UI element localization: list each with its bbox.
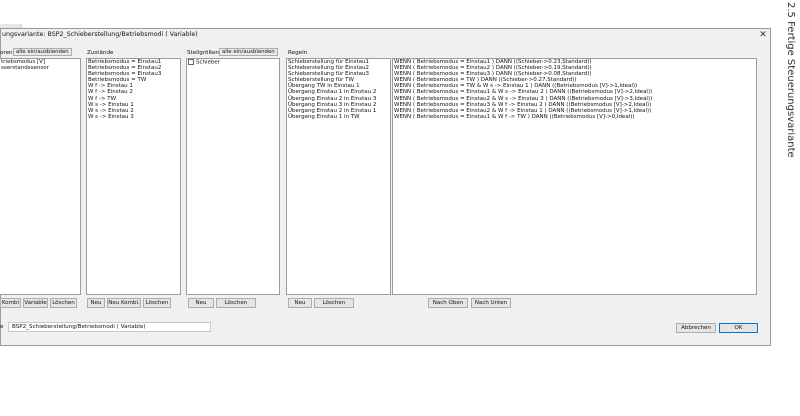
list-item[interactable]: Übergang Einstau 1 in Einstau 2 [287,89,390,95]
section-heading-text: 2.5 Fertige Steuerungsvariante [785,2,796,158]
actuators-toggle-button[interactable]: alle ein/ausblenden [219,48,278,56]
variant-name-field[interactable]: BSP2_Schieberstellung/Betriebsmodi ( Var… [8,322,211,332]
list-item[interactable]: Übergang Einstau 1 in TW [287,114,390,120]
sensors-delete-button[interactable]: Löschen [50,298,77,308]
sensors-toggle-button[interactable]: alle ein/ausblenden [13,48,72,56]
actuators-delete-button[interactable]: Löschen [216,298,256,308]
dialog-title: ungsvariante: BSP2_Schieberstellung/Betr… [2,31,198,38]
actuators-new-button[interactable]: Neu [188,298,214,308]
list-item[interactable]: Übergang Einstau 2 in Einstau 1 [287,108,390,114]
states-delete-button[interactable]: Löschen [143,298,171,308]
rules-new-button[interactable]: Neu [288,298,312,308]
move-up-button[interactable]: Nach Oben [428,298,468,308]
list-item-label: Schieber [196,59,221,66]
states-list[interactable]: Betriebsmodus = Einstau1 Betriebsmodus =… [86,58,181,295]
document-section-heading: 2.5 Fertige Steuerungsvariante [763,0,800,200]
ok-button[interactable]: OK [719,323,758,333]
list-item[interactable]: Schieber [187,59,279,66]
states-new-combi-button[interactable]: Neu Kombi. [107,298,141,308]
cancel-button[interactable]: Abbrechen [676,323,716,333]
variable-button[interactable]: Variable [23,298,48,308]
states-header-label: Zustände [87,50,114,56]
list-item[interactable]: Übergang Einstau 3 in Einstau 2 [287,102,390,108]
sensors-header-label: oren [0,50,13,56]
list-item[interactable]: W s -> Einstau 3 [87,114,180,120]
list-item[interactable]: sserstandssensor [0,65,80,71]
list-item[interactable]: WENN ( Betriebsmodus = Einstau1 & W f ->… [393,114,756,120]
rule-definitions-list[interactable]: WENN ( Betriebsmodus = Einstau1 ) DANN (… [392,58,757,295]
kombi-button[interactable]: Kombi [0,298,21,308]
checkbox[interactable] [188,59,194,65]
sensors-list[interactable]: triebsmodus [V] sserstandssensor [0,58,81,295]
actuators-list[interactable]: Schieber [186,58,280,295]
list-item[interactable]: Übergang Einstau 2 in Einstau 3 [287,96,390,102]
states-new-button[interactable]: Neu [87,298,105,308]
actuators-header-label: Stellgrößen [187,50,219,56]
rules-header-label: Regeln [288,50,308,56]
move-down-button[interactable]: Nach Unten [471,298,511,308]
name-label: e [0,324,4,330]
rules-delete-button[interactable]: Löschen [314,298,354,308]
rules-list[interactable]: Schieberstellung für Einstau1 Schieberst… [286,58,391,295]
